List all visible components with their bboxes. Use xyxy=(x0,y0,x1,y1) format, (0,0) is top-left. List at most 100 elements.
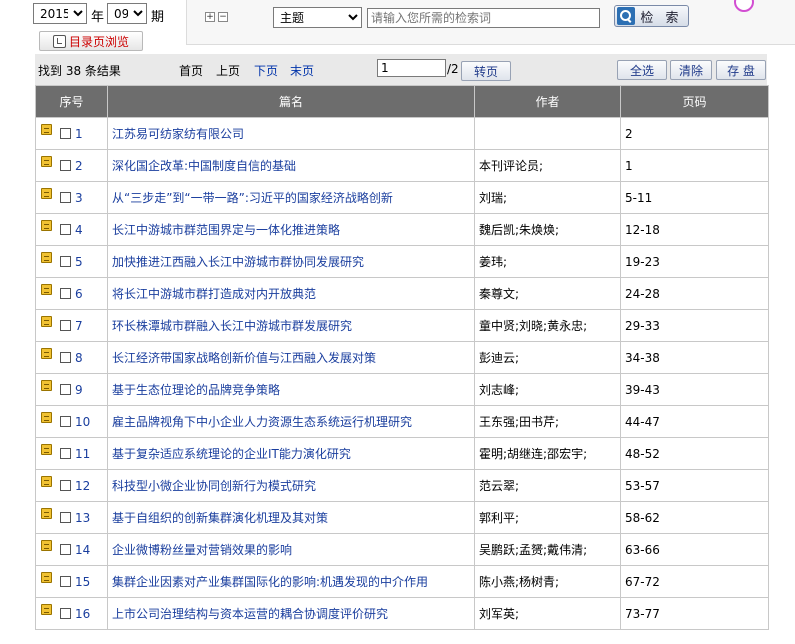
row-number[interactable]: 14 xyxy=(75,543,90,557)
document-icon[interactable] xyxy=(41,123,52,135)
search-field-select[interactable]: 主题 xyxy=(273,7,362,28)
expand-icon[interactable]: + xyxy=(205,12,215,22)
row-checkbox[interactable] xyxy=(60,383,71,395)
document-icon[interactable] xyxy=(41,603,52,615)
article-title-link[interactable]: 长江中游城市群范围界定与一体化推进策略 xyxy=(112,223,340,237)
row-number[interactable]: 5 xyxy=(75,255,83,269)
author-cell xyxy=(474,117,621,150)
article-title-link[interactable]: 企业微博粉丝量对营销效果的影响 xyxy=(112,543,292,557)
header-title: 篇名 xyxy=(107,85,475,118)
document-icon[interactable] xyxy=(41,315,52,327)
row-checkbox[interactable] xyxy=(60,575,71,587)
title-cell: 将长江中游城市群打造成对内开放典范 xyxy=(107,277,475,310)
row-number[interactable]: 8 xyxy=(75,351,83,365)
last-page-link[interactable]: 末页 xyxy=(290,62,314,79)
row-checkbox[interactable] xyxy=(60,511,71,523)
result-count: 找到 38 条结果 xyxy=(38,64,121,78)
row-number[interactable]: 4 xyxy=(75,223,83,237)
first-page-link[interactable]: 首页 xyxy=(179,62,203,79)
page-total: /2 xyxy=(447,62,459,76)
table-row: 2 深化国企改革:中国制度自信的基础 本刊评论员; 1 xyxy=(35,149,769,182)
row-number[interactable]: 9 xyxy=(75,383,83,397)
article-title-link[interactable]: 雇主品牌视角下中小企业人力资源生态系统运行机理研究 xyxy=(112,415,412,429)
clear-button[interactable]: 清除 xyxy=(670,60,712,80)
header-number: 序号 xyxy=(35,85,108,118)
article-title-link[interactable]: 江苏易可纺家纺有限公司 xyxy=(112,127,244,141)
row-number[interactable]: 6 xyxy=(75,287,83,301)
row-number[interactable]: 12 xyxy=(75,479,90,493)
pages-cell: 48-52 xyxy=(620,437,769,470)
row-number[interactable]: 3 xyxy=(75,191,83,205)
document-icon[interactable] xyxy=(41,411,52,423)
row-number[interactable]: 7 xyxy=(75,319,83,333)
row-number-cell: 16 xyxy=(35,597,108,630)
row-number[interactable]: 13 xyxy=(75,511,90,525)
year-select[interactable]: 2015 xyxy=(33,3,87,24)
row-number-cell: 1 xyxy=(35,117,108,150)
row-number[interactable]: 10 xyxy=(75,415,90,429)
document-icon[interactable] xyxy=(41,475,52,487)
article-title-link[interactable]: 集群企业因素对产业集群国际化的影响:机遇发现的中介作用 xyxy=(112,575,428,589)
page-number-input[interactable]: 1 xyxy=(377,59,446,77)
title-cell: 基于生态位理论的品牌竞争策略 xyxy=(107,373,475,406)
toc-browse-button[interactable]: 目录页浏览 xyxy=(39,31,143,51)
search-button[interactable]: 检 索 xyxy=(614,5,689,27)
row-checkbox[interactable] xyxy=(60,223,71,235)
row-number-cell: 7 xyxy=(35,309,108,342)
article-title-link[interactable]: 基于自组织的创新集群演化机理及其对策 xyxy=(112,511,328,525)
row-checkbox[interactable] xyxy=(60,607,71,619)
article-title-link[interactable]: 上市公司治理结构与资本运营的耦合协调度评价研究 xyxy=(112,607,388,621)
document-icon[interactable] xyxy=(41,187,52,199)
row-checkbox[interactable] xyxy=(60,159,71,171)
issue-select[interactable]: 09 xyxy=(107,3,147,24)
author-cell: 陈小燕;杨树青; xyxy=(474,565,621,598)
save-button[interactable]: 存 盘 xyxy=(716,60,766,80)
document-icon[interactable] xyxy=(41,219,52,231)
article-title-link[interactable]: 基于生态位理论的品牌竞争策略 xyxy=(112,383,280,397)
document-icon[interactable] xyxy=(41,347,52,359)
row-checkbox[interactable] xyxy=(60,287,71,299)
document-icon[interactable] xyxy=(41,539,52,551)
article-title-link[interactable]: 深化国企改革:中国制度自信的基础 xyxy=(112,159,296,173)
row-checkbox[interactable] xyxy=(60,447,71,459)
document-icon[interactable] xyxy=(41,251,52,263)
row-checkbox[interactable] xyxy=(60,319,71,331)
row-checkbox[interactable] xyxy=(60,351,71,363)
article-title-link[interactable]: 长江经济带国家战略创新价值与江西融入发展对策 xyxy=(112,351,376,365)
row-checkbox[interactable] xyxy=(60,479,71,491)
row-checkbox[interactable] xyxy=(60,127,71,139)
article-title-link[interactable]: 科技型小微企业协同创新行为模式研究 xyxy=(112,479,316,493)
article-title-link[interactable]: 将长江中游城市群打造成对内开放典范 xyxy=(112,287,316,301)
article-title-link[interactable]: 加快推进江西融入长江中游城市群协同发展研究 xyxy=(112,255,364,269)
pages-cell: 63-66 xyxy=(620,533,769,566)
row-number[interactable]: 11 xyxy=(75,447,90,461)
go-page-button[interactable]: 转页 xyxy=(461,61,511,81)
row-number-cell: 10 xyxy=(35,405,108,438)
table-row: 14 企业微博粉丝量对营销效果的影响 吴鹏跃;孟赟;戴伟清; 63-66 xyxy=(35,533,769,566)
row-checkbox[interactable] xyxy=(60,191,71,203)
row-checkbox[interactable] xyxy=(60,543,71,555)
document-icon[interactable] xyxy=(41,443,52,455)
document-icon[interactable] xyxy=(41,507,52,519)
row-number[interactable]: 2 xyxy=(75,159,83,173)
article-title-link[interactable]: 从“三步走”到“一带一路”:习近平的国家经济战略创新 xyxy=(112,191,393,205)
next-page-link[interactable]: 下页 xyxy=(254,62,278,79)
search-button-label: 检 索 xyxy=(640,10,683,26)
pages-cell: 34-38 xyxy=(620,341,769,374)
document-icon[interactable] xyxy=(41,283,52,295)
document-icon[interactable] xyxy=(41,155,52,167)
row-checkbox[interactable] xyxy=(60,255,71,267)
document-icon[interactable] xyxy=(41,571,52,583)
document-icon[interactable] xyxy=(41,379,52,391)
row-number[interactable]: 15 xyxy=(75,575,90,589)
article-title-link[interactable]: 基于复杂适应系统理论的企业IT能力演化研究 xyxy=(112,447,351,461)
row-number[interactable]: 1 xyxy=(75,127,83,141)
row-number[interactable]: 16 xyxy=(75,607,90,621)
collapse-icon[interactable]: − xyxy=(218,12,228,22)
article-title-link[interactable]: 环长株潭城市群融入长江中游城市群发展研究 xyxy=(112,319,352,333)
row-checkbox[interactable] xyxy=(60,415,71,427)
prev-page-link[interactable]: 上页 xyxy=(216,62,240,79)
search-input[interactable] xyxy=(367,8,600,28)
select-all-button[interactable]: 全选 xyxy=(617,60,667,80)
row-number-cell: 15 xyxy=(35,565,108,598)
